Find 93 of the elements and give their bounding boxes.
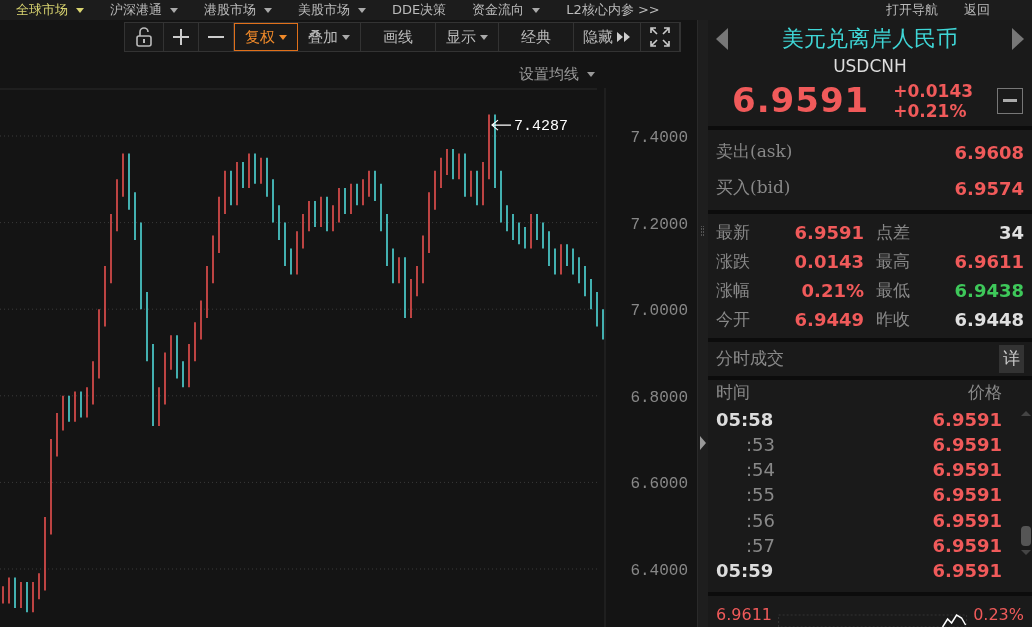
column-header: 时间 [716,381,750,404]
next-arrow-icon[interactable] [1012,27,1024,50]
last-price: 6.9591 [732,79,870,122]
trade-price: 6.9591 [932,483,1002,507]
toolbar-button[interactable]: 经典 [499,23,574,51]
caret-icon [279,34,287,40]
caret-icon [264,7,272,13]
lock-button[interactable] [125,23,164,51]
trade-time: :53 [745,432,775,457]
stat-value: 34 [998,221,1024,245]
field-label: 今开 [716,307,750,331]
caret-icon [342,34,350,40]
symbol-code: USDCNH [833,55,907,77]
caret-icon [480,34,488,40]
prev-arrow-icon[interactable] [716,27,728,50]
caret-icon [532,7,541,13]
field-label: 卖出(ask) [716,140,793,164]
instrument-name: 美元兑离岸人民币 [782,25,958,53]
toolbar-button[interactable]: 叠加 [298,23,361,51]
section-title: 分时成交 [716,347,784,371]
menu-item[interactable]: DDE决策 [392,0,447,20]
field-label: 最低 [876,278,910,302]
trade-time: 05:58 [716,407,774,431]
axis-label: 6.4000 [630,562,688,580]
toolbar-button[interactable]: 显示 [436,23,499,51]
stat-value: 6.9611 [954,250,1024,274]
field-label: 点差 [876,220,910,244]
high-price: 6.9611 [716,604,772,626]
trade-price: 6.9591 [932,559,1002,583]
trade-time: :56 [745,508,775,532]
menu-item[interactable]: 资金流向 [472,0,541,20]
trade-price: 6.9591 [932,508,1002,532]
column-header: 价格 [968,381,1002,404]
toolbar-button[interactable]: 画线 [361,23,436,51]
caret-icon [587,71,595,77]
collapse-arrow-icon[interactable] [700,436,706,450]
peak-label: 7.4287 [514,118,568,136]
field-label: 最高 [876,249,910,273]
trade-price: 6.9591 [932,534,1002,558]
menu-item[interactable]: L2核心内参 >> [566,0,660,20]
fullscreen-button[interactable] [641,23,680,51]
axis-label: 6.6000 [630,475,688,494]
nav-link[interactable]: 返回 [964,0,990,20]
field-label: 最新 [716,220,750,244]
field-label: 涨跌 [716,249,750,273]
percent-change: +0.21% [893,100,967,121]
axis-label: 7.0000 [630,302,688,321]
axis-label: 7.2000 [630,215,688,234]
axis-label: 6.8000 [630,388,688,407]
nav-link[interactable]: 打开导航 [886,0,938,20]
minus-icon [1003,99,1018,102]
grip-icon[interactable] [701,226,705,236]
price-change: +0.0143 [893,80,974,101]
collapse-button[interactable] [997,87,1024,114]
ma-setting-menu[interactable]: 设置均线 [519,60,595,88]
caret-icon [76,7,84,13]
trade-time: :55 [745,483,775,507]
stat-value: 0.21% [801,279,864,303]
menu-item[interactable]: 全球市场 [16,0,84,20]
field-label: 买入(bid) [716,176,791,200]
plus-button[interactable] [164,23,199,51]
stat-value: 6.9591 [794,221,864,245]
axis-label: 7.4000 [630,129,688,147]
stat-value: 6.9438 [954,279,1024,303]
high-percent: 0.23% [973,604,1024,626]
detail-button[interactable]: 详 [999,345,1024,373]
menu-item[interactable]: 沪深港通 [110,0,178,20]
menu-item[interactable]: 美股市场 [298,0,366,20]
caret-icon [170,7,178,13]
trade-time: :57 [745,534,775,558]
stat-value: 6.9448 [954,308,1024,332]
double-arrow-icon [617,32,631,42]
caret-icon [358,7,366,13]
trade-price: 6.9591 [932,458,1002,482]
stat-value: 0.0143 [794,250,864,274]
trade-time: :54 [745,458,775,482]
trade-time: 05:59 [716,559,774,583]
price-value: 6.9574 [954,176,1024,201]
hide-button[interactable]: 隐藏 [574,23,641,51]
toolbar-button[interactable]: 复权 [234,23,298,51]
fullscreen-icon [650,27,670,47]
trade-price: 6.9591 [932,432,1002,457]
price-value: 6.9608 [954,140,1024,165]
trade-price: 6.9591 [932,407,1002,431]
plus-icon [173,29,189,45]
minus-icon [208,36,224,38]
lock-icon [134,27,154,47]
minus-button[interactable] [199,23,234,51]
stat-value: 6.9449 [794,308,864,332]
arrow [491,119,512,131]
field-label: 昨收 [876,307,910,331]
field-label: 涨幅 [716,278,750,302]
menu-item[interactable]: 港股市场 [204,0,272,20]
